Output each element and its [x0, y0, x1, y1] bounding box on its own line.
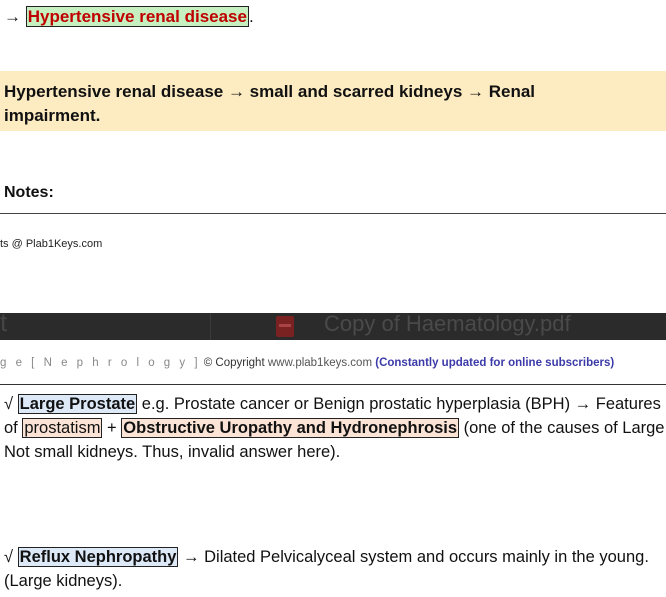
- prostatism-highlight: prostatism: [22, 418, 103, 438]
- check-mark: √: [4, 395, 14, 413]
- page-header: g e [ N e p h r o l o g y ] © Copyright …: [0, 357, 614, 369]
- pdf-tab-bar[interactable]: t Copy of Haematology.pdf: [0, 313, 666, 340]
- section-label: g e [ N e p h r o l o g y ]: [0, 357, 201, 369]
- summary-text: Hypertensive renal disease → small and s…: [4, 82, 536, 125]
- pdf-file-icon: [276, 316, 294, 337]
- notes-label: Notes:: [4, 184, 54, 201]
- arrow-text: →: [4, 7, 21, 26]
- reflux-nephropathy-paragraph: √ Reflux Nephropathy → Dilated Pelvicaly…: [4, 545, 666, 593]
- notes-divider: [0, 213, 666, 214]
- copyright-label: © Copyright: [203, 357, 265, 369]
- period-text: .: [248, 7, 254, 26]
- diagnosis-highlight: Hypertensive renal disease: [25, 6, 249, 27]
- header-divider: [0, 384, 666, 385]
- summary-box: Hypertensive renal disease → small and s…: [0, 71, 666, 131]
- para1-text-2: +: [102, 419, 122, 437]
- uropathy-highlight: Obstructive Uropathy and Hydronephrosis: [121, 418, 460, 438]
- site-link[interactable]: www.plab1keys.com: [268, 357, 372, 369]
- reflux-nephropathy-term: Reflux Nephropathy: [17, 547, 179, 567]
- check-mark: √: [4, 548, 14, 566]
- previous-tab-label[interactable]: t: [0, 313, 7, 338]
- subscriber-note: (Constantly updated for online subscribe…: [375, 357, 615, 369]
- pdf-tab-title[interactable]: Copy of Haematology.pdf: [324, 313, 571, 337]
- footer-copyright: ts @ Plab1Keys.com: [0, 238, 103, 250]
- diagnosis-line: → Hypertensive renal disease.: [4, 5, 254, 29]
- tab-divider: [210, 313, 211, 340]
- large-prostate-term: Large Prostate: [17, 394, 138, 414]
- large-prostate-paragraph: √ Large Prostate e.g. Prostate cancer or…: [4, 392, 666, 464]
